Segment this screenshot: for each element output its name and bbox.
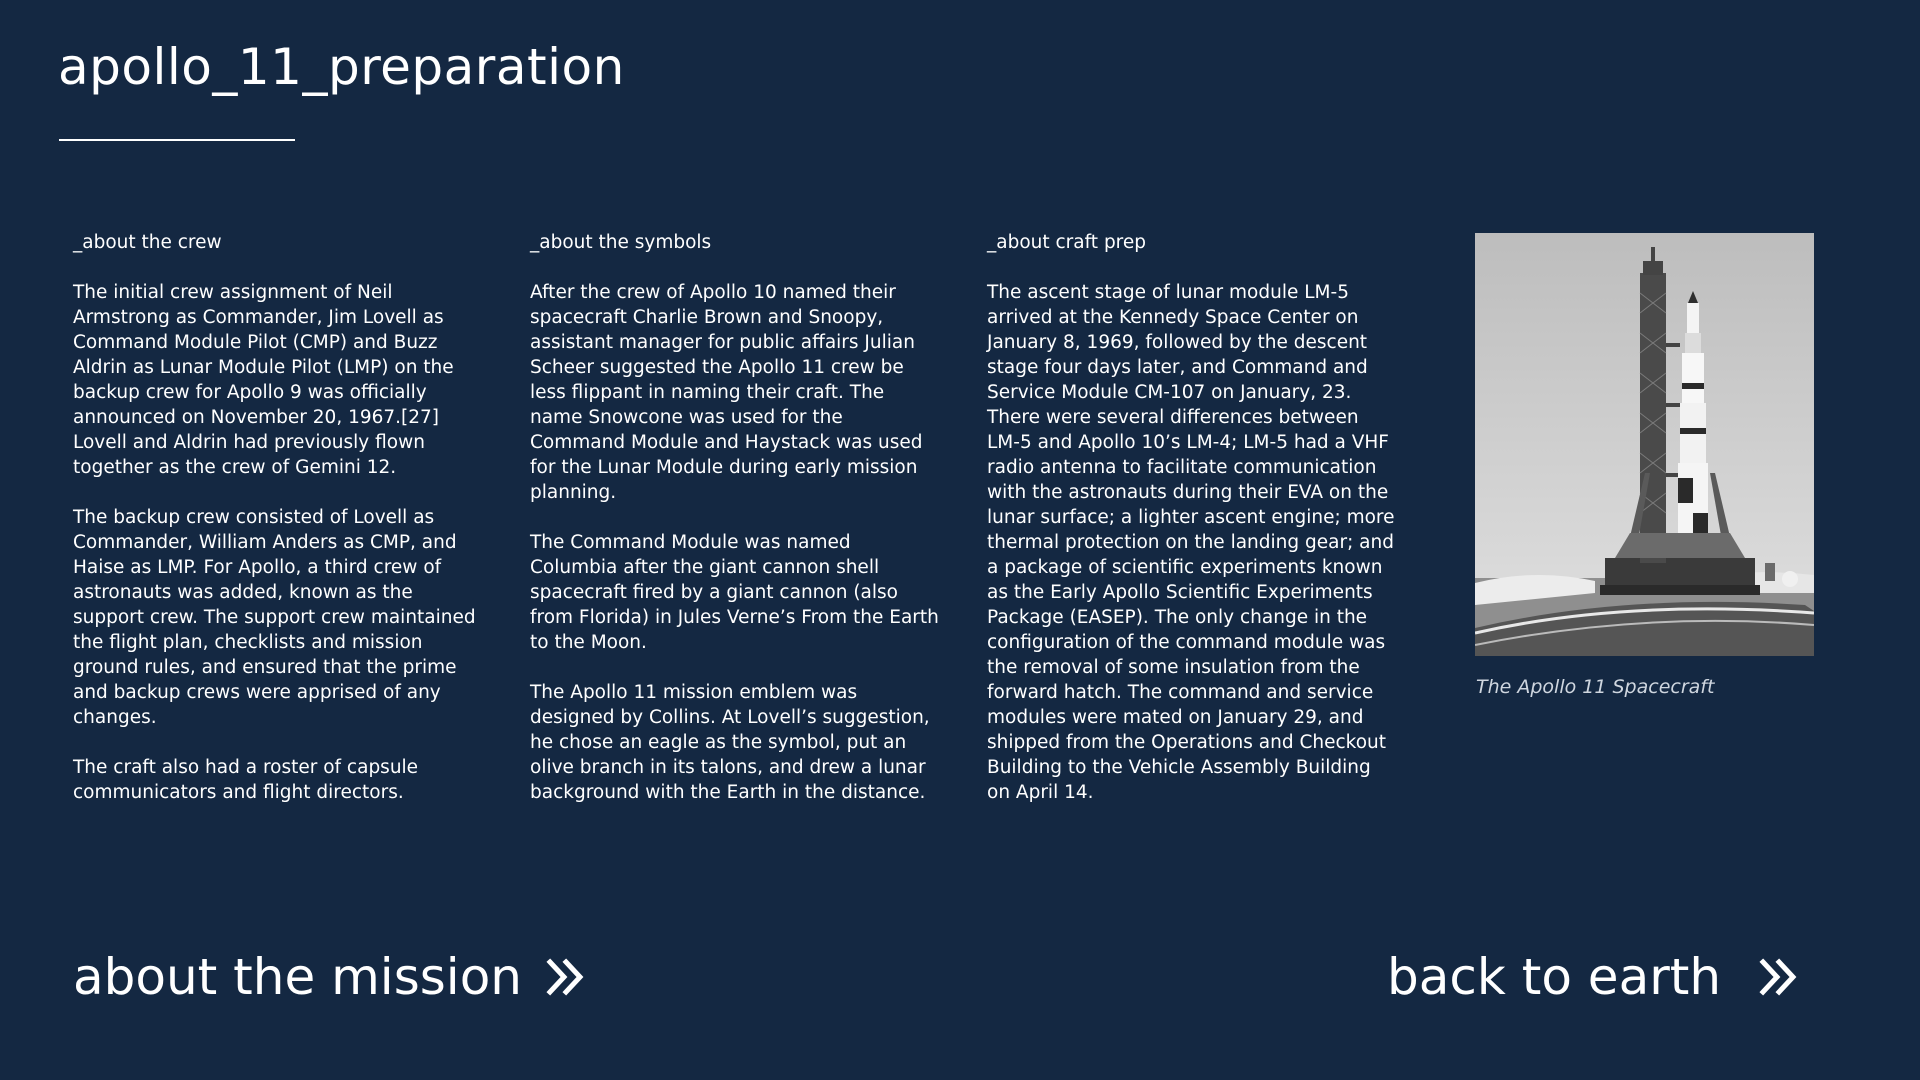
craft-prep-heading: _about craft prep	[987, 232, 1147, 253]
crew-paragraph: The backup crew consisted of Lovell as C…	[73, 507, 476, 728]
about-the-mission-label: about the mission	[73, 948, 522, 1006]
symbols-paragraph: After the crew of Apollo 10 named their …	[530, 282, 923, 503]
back-to-earth-label: back to earth	[1387, 948, 1722, 1006]
spacecraft-photo	[1475, 233, 1814, 656]
crew-heading: _about the crew	[73, 232, 222, 253]
photo-caption: The Apollo 11 Spacecraft	[1476, 676, 1715, 698]
crew-paragraph: The craft also had a roster of capsule c…	[73, 757, 419, 803]
page-title: apollo_11_preparation	[58, 38, 625, 96]
crew-paragraph: The initial crew assignment of Neil Arms…	[73, 282, 454, 478]
back-to-earth-link[interactable]: back to earth	[1387, 948, 1803, 1006]
craft-prep-column: _about craft prep The ascent stage of lu…	[987, 230, 1397, 830]
double-chevron-right-icon	[1759, 958, 1797, 996]
double-chevron-right-icon	[546, 958, 584, 996]
symbols-paragraph: The Apollo 11 mission emblem was designe…	[530, 682, 930, 803]
symbols-paragraph: The Command Module was named Columbia af…	[530, 532, 939, 653]
about-the-mission-link[interactable]: about the mission	[73, 948, 590, 1006]
crew-column: _about the crew The initial crew assignm…	[73, 230, 483, 830]
symbols-heading: _about the symbols	[530, 232, 712, 253]
title-underline	[59, 139, 295, 141]
symbols-column: _about the symbols After the crew of Apo…	[530, 230, 940, 830]
craft-prep-paragraph: The ascent stage of lunar module LM-5 ar…	[987, 282, 1395, 803]
